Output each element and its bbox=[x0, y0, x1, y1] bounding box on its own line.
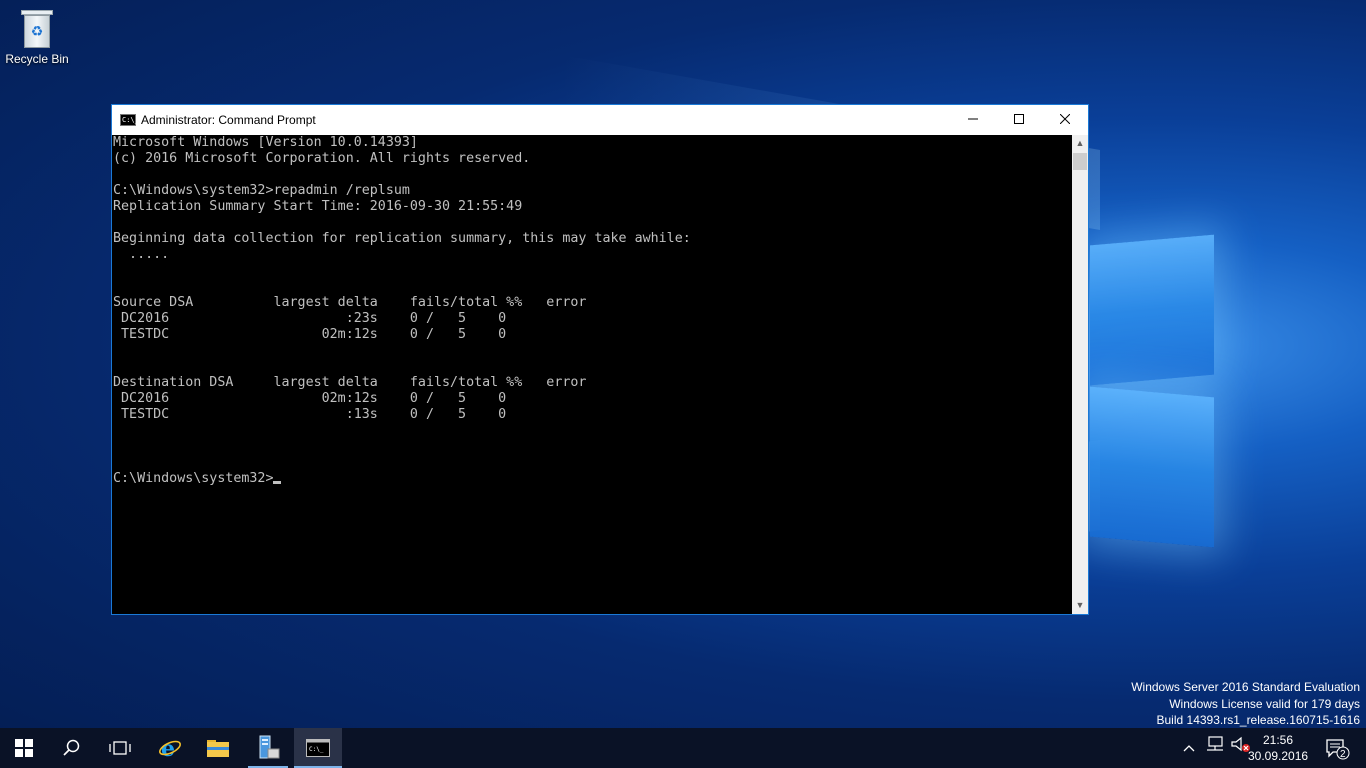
close-button[interactable] bbox=[1042, 105, 1088, 135]
console-line: Microsoft Windows [Version 10.0.14393] bbox=[113, 135, 418, 150]
file-explorer-button[interactable] bbox=[194, 728, 242, 768]
network-icon bbox=[1207, 736, 1223, 751]
watermark-edition: Windows Server 2016 Standard Evaluation bbox=[1131, 680, 1360, 694]
clock-time: 21:56 bbox=[1262, 733, 1294, 747]
console-output[interactable]: Microsoft Windows [Version 10.0.14393] (c… bbox=[112, 135, 1072, 614]
console-line: DC2016 :23s 0 / 5 0 bbox=[113, 311, 507, 326]
console-line: (c) 2016 Microsoft Corporation. All righ… bbox=[113, 151, 531, 166]
minimize-icon bbox=[968, 118, 978, 120]
system-tray: 21:56 30.09.2016 2 bbox=[1166, 728, 1366, 768]
console-line: DC2016 02m:12s 0 / 5 0 bbox=[113, 391, 507, 406]
search-icon bbox=[63, 739, 80, 756]
close-icon bbox=[1059, 113, 1071, 125]
scroll-up-icon[interactable]: ▲ bbox=[1072, 135, 1088, 152]
server-manager-icon bbox=[259, 735, 280, 759]
minimize-button[interactable] bbox=[950, 105, 996, 135]
command-prompt-icon: C:\_ bbox=[306, 738, 330, 757]
console-line: C:\Windows\system32> bbox=[112, 471, 1072, 487]
clock-date: 30.09.2016 bbox=[1248, 749, 1309, 763]
task-view-button[interactable] bbox=[96, 728, 144, 768]
start-icon bbox=[15, 738, 33, 757]
command-prompt-icon: C:\_ bbox=[120, 114, 139, 126]
command-prompt-taskbar-button[interactable]: C:\_ bbox=[294, 728, 342, 768]
desktop-icon-recycle-bin[interactable]: ♻ Recycle Bin bbox=[4, 8, 70, 78]
console-line: TESTDC :13s 0 / 5 0 bbox=[113, 407, 507, 422]
watermark-license: Windows License valid for 179 days bbox=[1169, 696, 1360, 711]
console-line: ..... bbox=[113, 247, 170, 262]
maximize-icon bbox=[1014, 114, 1024, 124]
console-line: TESTDC 02m:12s 0 / 5 0 bbox=[113, 327, 507, 342]
svg-text:C:\_: C:\_ bbox=[309, 746, 324, 753]
chevron-up-icon bbox=[1183, 745, 1195, 752]
scrollbar-thumb[interactable] bbox=[1073, 153, 1087, 170]
notification-count: 2 bbox=[1340, 749, 1346, 760]
windows-logo-panel bbox=[1090, 234, 1214, 386]
recycle-bin-icon: ♻ bbox=[21, 10, 53, 48]
scroll-down-icon[interactable]: ▼ bbox=[1072, 597, 1088, 614]
recycle-bin-label: Recycle Bin bbox=[5, 52, 69, 66]
server-manager-button[interactable] bbox=[244, 728, 292, 768]
windows-logo-panel bbox=[1090, 386, 1214, 548]
network-button[interactable] bbox=[1204, 728, 1226, 768]
internet-explorer-button[interactable]: e bbox=[146, 728, 194, 768]
start-button[interactable] bbox=[0, 728, 48, 768]
clock[interactable]: 21:56 30.09.2016 bbox=[1248, 732, 1308, 764]
console-line: Source DSA largest delta fails/total %% … bbox=[113, 295, 587, 310]
show-hidden-icons-button[interactable] bbox=[1180, 728, 1198, 768]
taskbar: e C:\_ 21:56 30.09.2016 2 bbox=[0, 728, 1366, 768]
internet-explorer-icon: e bbox=[159, 736, 181, 762]
watermark-build: Build 14393.rs1_release.160715-1616 bbox=[1156, 713, 1361, 727]
console-line: C:\Windows\system32>repadmin /replsum bbox=[113, 183, 410, 198]
console-line: Destination DSA largest delta fails/tota… bbox=[113, 375, 587, 390]
desktop: ♻ Recycle Bin C:\_ Administrator: Comman… bbox=[0, 0, 1366, 768]
command-prompt-window[interactable]: C:\_ Administrator: Command Prompt Micro… bbox=[111, 104, 1089, 615]
maximize-button[interactable] bbox=[996, 105, 1042, 135]
vertical-scrollbar[interactable]: ▲ ▼ bbox=[1072, 135, 1088, 614]
file-explorer-icon bbox=[207, 739, 229, 757]
window-titlebar[interactable]: C:\_ Administrator: Command Prompt bbox=[112, 105, 1088, 135]
console-line: Beginning data collection for replicatio… bbox=[113, 231, 691, 246]
action-center-icon: 2 bbox=[1326, 739, 1350, 760]
task-view-icon bbox=[109, 741, 131, 755]
evaluation-watermark: Windows Server 2016 Standard Evaluation … bbox=[1131, 679, 1360, 729]
text-cursor bbox=[273, 481, 282, 484]
console-line: Replication Summary Start Time: 2016-09-… bbox=[113, 199, 523, 214]
search-button[interactable] bbox=[48, 728, 96, 768]
svg-text:e: e bbox=[161, 736, 175, 760]
window-title: Administrator: Command Prompt bbox=[141, 113, 316, 127]
action-center-button[interactable]: 2 bbox=[1324, 728, 1352, 768]
